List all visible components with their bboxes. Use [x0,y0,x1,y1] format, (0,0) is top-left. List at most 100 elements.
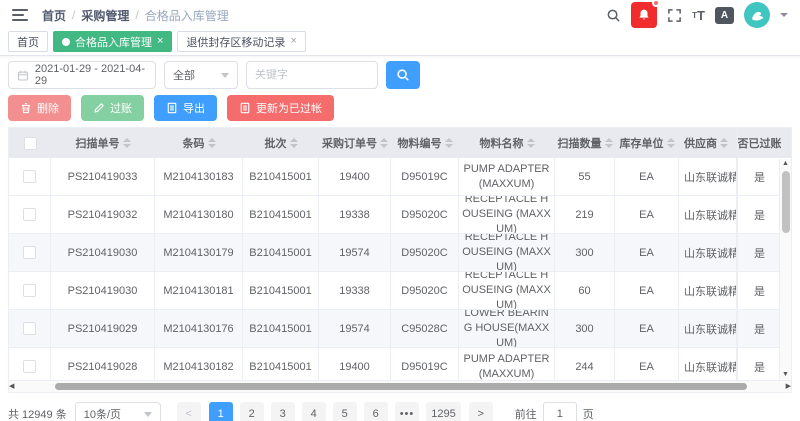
keyword-input[interactable] [255,69,369,81]
column-header-posted[interactable]: 是否已过账 [737,128,781,158]
row-checkbox[interactable] [23,322,36,335]
fullscreen-icon[interactable] [667,8,682,23]
sort-icon[interactable] [605,138,613,148]
search-icon[interactable] [606,8,621,23]
tab-label: 退供封存区移动记录 [186,34,285,50]
column-header-qty[interactable]: 扫描数量 [555,128,615,158]
export-button[interactable]: 导出 [154,95,217,121]
scroll-left-icon[interactable]: ◀ [9,382,14,392]
table-row[interactable]: PS210419033M2104130183B21041500119400D95… [9,158,791,196]
pager-next-button[interactable]: > [469,402,493,421]
notification-button[interactable] [631,2,657,28]
cell-scan_no: PS210419028 [51,348,155,380]
cell-qty: 60 [555,272,615,309]
table-row[interactable]: PS210419028M2104130182B21041500119400D95… [9,348,791,380]
table-row[interactable]: PS210419032M2104130180B21041500119338D95… [9,196,791,234]
pager-page-1295[interactable]: 1295 [426,402,460,421]
close-icon[interactable]: × [290,36,296,47]
avatar[interactable] [744,2,770,28]
table-row[interactable]: PS210419030M2104130181B21041500119338D95… [9,272,791,310]
update-posted-button[interactable]: 更新为已过帐 [227,95,334,121]
breadcrumb-home[interactable]: 首页 [42,7,66,24]
date-range-value: 2021-01-29 - 2021-04-29 [35,63,147,87]
pager-page-4[interactable]: 4 [302,402,326,421]
select-all-checkbox[interactable] [24,137,37,150]
sort-icon[interactable] [380,138,388,148]
vertical-scrollbar[interactable]: ▲ ▼ [779,159,791,380]
column-header-unit[interactable]: 库存单位 [615,128,679,158]
column-label: 库存单位 [620,135,664,151]
sort-icon[interactable] [208,138,216,148]
scroll-right-icon[interactable]: ▶ [786,382,791,392]
notification-dot [652,0,660,7]
pager-page-1[interactable]: 1 [209,402,233,421]
vertical-scroll-thumb[interactable] [782,171,790,233]
cell-batch: B210415001 [243,158,319,195]
goto-page-input[interactable] [543,402,577,421]
page-size-select[interactable]: 10条/页 [75,402,161,421]
sort-icon[interactable] [527,138,535,148]
top-bar: 首页 / 采购管理 / 合格品入库管理 TT A [0,0,800,30]
language-icon[interactable]: A [715,7,734,24]
type-select[interactable]: 全部 [164,61,238,89]
search-button[interactable] [386,61,420,89]
cell-po: 19400 [319,348,391,380]
row-checkbox[interactable] [23,360,36,373]
scroll-down-icon[interactable]: ▼ [782,370,789,380]
tab-label: 首页 [17,34,39,50]
cell-qty: 300 [555,310,615,347]
pager-prev-button[interactable]: < [177,402,201,421]
sort-icon[interactable] [720,138,728,148]
cell-barcode: M2104130181 [155,272,243,309]
column-header-barcode[interactable]: 条码 [155,128,243,158]
cell-batch: B210415001 [243,234,319,271]
pager-page-3[interactable]: 3 [271,402,295,421]
horizontal-scrollbar[interactable]: ◀ ▶ [9,380,791,392]
calendar-icon [17,69,29,82]
cell-material_name: PUMP ADAPTER (MAXXUM) [459,158,555,195]
cell-material_name: LOWER BEARING HOUSE(MAXXUM) [459,310,555,347]
trash-icon [20,102,32,114]
sort-icon[interactable] [290,138,298,148]
row-checkbox[interactable] [23,246,36,259]
date-range-picker[interactable]: 2021-01-29 - 2021-04-29 [8,61,156,89]
scroll-up-icon[interactable]: ▲ [782,159,789,169]
breadcrumb-purchase[interactable]: 采购管理 [81,7,129,24]
column-header-material_name[interactable]: 物料名称 [459,128,555,158]
cell-posted: 是 [737,310,781,347]
column-header-scan_no[interactable]: 扫描单号 [51,128,155,158]
table-row[interactable]: PS210419030M2104130179B21041500119574D95… [9,234,791,272]
cell-material_no: D95019C [391,158,459,195]
font-size-icon[interactable]: TT [692,8,705,23]
row-checkbox[interactable] [23,170,36,183]
column-header-supplier[interactable]: 供应商 [679,128,737,158]
tab-home[interactable]: 首页 [8,31,48,52]
cell-posted: 是 [737,272,781,309]
sort-icon[interactable] [123,138,131,148]
pager-page-6[interactable]: 6 [364,402,388,421]
delete-button[interactable]: 删除 [8,95,71,121]
post-button[interactable]: 过账 [81,95,144,121]
row-checkbox[interactable] [23,208,36,221]
pager-page-2[interactable]: 2 [240,402,264,421]
pager-page-5[interactable]: 5 [333,402,357,421]
row-checkbox[interactable] [23,284,36,297]
column-header-material_no[interactable]: 物料编号 [391,128,459,158]
sort-icon[interactable] [667,138,675,148]
tab-return-seal-area[interactable]: 退供封存区移动记录 × [177,31,305,52]
cell-barcode: M2104130183 [155,158,243,195]
user-dropdown-caret[interactable] [780,13,788,17]
horizontal-scroll-thumb[interactable] [55,383,747,390]
table-row[interactable]: PS210419029M2104130176B21041500119574C95… [9,310,791,348]
close-icon[interactable]: × [157,36,163,47]
menu-icon[interactable] [12,9,28,21]
column-header-batch[interactable]: 批次 [243,128,319,158]
cell-posted: 是 [737,348,781,380]
column-header-po[interactable]: 采购订单号 [319,128,391,158]
action-toolbar: 删除 过账 导出 更新为已过帐 [0,89,800,121]
sort-icon[interactable] [445,138,453,148]
tab-qualified-inbound[interactable]: 合格品入库管理 × [53,31,172,52]
pager-more[interactable]: ••• [395,402,420,421]
cell-qty: 219 [555,196,615,233]
cell-unit: EA [615,196,679,233]
